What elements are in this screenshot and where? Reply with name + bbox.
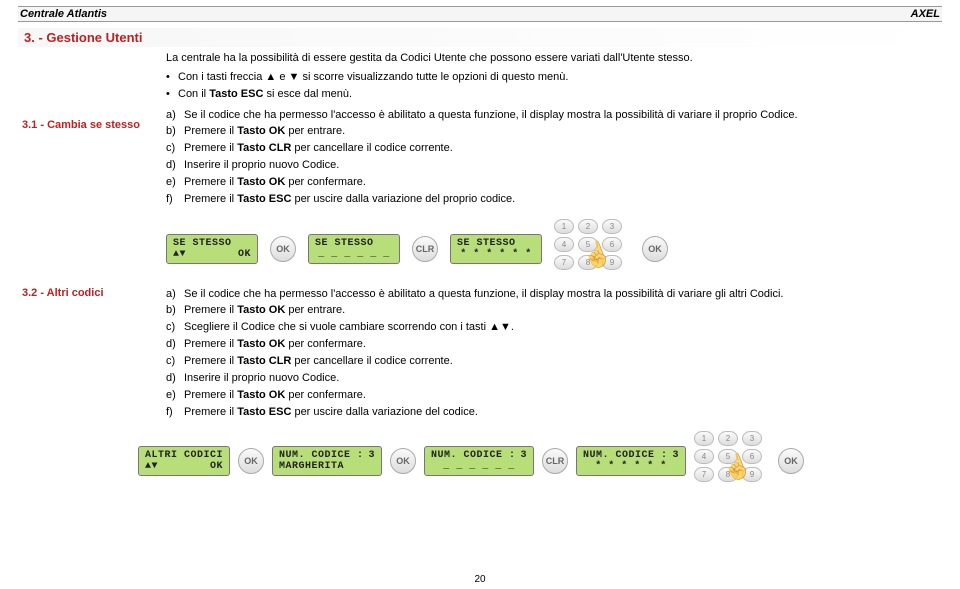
key-3[interactable]: 3 <box>742 431 762 446</box>
key-2[interactable]: 2 <box>578 219 598 234</box>
key-1[interactable]: 1 <box>694 431 714 446</box>
s32-b: Premere il Tasto OK per entrare. <box>184 303 345 318</box>
clr-button-2[interactable]: CLR <box>542 448 568 474</box>
step-b: Premere il Tasto OK per entrare. <box>184 124 345 139</box>
lcd-31-3: SE STESSO * * * * * * <box>450 234 542 264</box>
s32-c2: Premere il Tasto CLR per cancellare il c… <box>184 354 453 369</box>
step-c: Premere il Tasto CLR per cancellare il c… <box>184 141 453 156</box>
header-left: Centrale Atlantis <box>20 8 107 20</box>
step-a: Se il codice che ha permesso l'accesso è… <box>184 108 798 123</box>
s32-a: Se il codice che ha permesso l'accesso è… <box>184 287 783 302</box>
ok-button-2[interactable]: OK <box>642 236 668 262</box>
bullet-arrows: Con i tasti freccia ▲ e ▼ si scorre visu… <box>166 70 942 85</box>
ok-button-1[interactable]: OK <box>270 236 296 262</box>
s32-d2: Inserire il proprio nuovo Codice. <box>184 371 339 386</box>
ok-button-4[interactable]: OK <box>390 448 416 474</box>
lcd-32-3: NUM. CODICE :3 _ _ _ _ _ _ <box>424 446 534 476</box>
section-3-1: 3.1 - Cambia se stesso La centrale ha la… <box>18 51 942 209</box>
key-1[interactable]: 1 <box>554 219 574 234</box>
key-7[interactable]: 7 <box>554 255 574 270</box>
key-8[interactable]: 8 <box>718 467 738 482</box>
section-3-2-label: 3.2 - Altri codici <box>18 287 166 422</box>
page-header: Centrale Atlantis AXEL <box>18 6 942 22</box>
lcd-32-4: NUM. CODICE :3 * * * * * * <box>576 446 686 476</box>
key-6[interactable]: 6 <box>602 237 622 252</box>
lcd-31-2: SE STESSO _ _ _ _ _ _ <box>308 234 400 264</box>
key-4[interactable]: 4 <box>554 237 574 252</box>
key-9[interactable]: 9 <box>742 467 762 482</box>
key-8[interactable]: 8 <box>578 255 598 270</box>
step-d: Inserire il proprio nuovo Codice. <box>184 158 339 173</box>
section-3-title: 3. - Gestione Utenti <box>18 28 942 47</box>
s32-c: Scegliere il Codice che si vuole cambiar… <box>184 320 514 335</box>
key-2[interactable]: 2 <box>718 431 738 446</box>
s32-e: Premere il Tasto OK per confermare. <box>184 388 366 403</box>
lcd-32-2: NUM. CODICE :3 MARGHERITA <box>272 446 382 476</box>
key-5[interactable]: 5 <box>578 237 598 252</box>
step-e: Premere il Tasto OK per confermare. <box>184 175 366 190</box>
section-3-1-label: 3.1 - Cambia se stesso <box>18 51 166 209</box>
keypad-2[interactable]: 1 2 3 4 5 6 7 8 9 ☝ <box>694 431 770 491</box>
key-6[interactable]: 6 <box>742 449 762 464</box>
clr-button[interactable]: CLR <box>412 236 438 262</box>
ok-button-5[interactable]: OK <box>778 448 804 474</box>
section-3-2: 3.2 - Altri codici a)Se il codice che ha… <box>18 287 942 422</box>
key-7[interactable]: 7 <box>694 467 714 482</box>
key-9[interactable]: 9 <box>602 255 622 270</box>
section-3-1-intro: La centrale ha la possibilità di essere … <box>166 51 942 66</box>
lcd-31-1: SE STESSO ▲▼OK <box>166 234 258 264</box>
lcd-32-1: ALTRI CODICI ▲▼OK <box>138 446 230 476</box>
bullet-esc: Con il Tasto ESC si esce dal menù. <box>166 87 942 102</box>
displays-row-32: ALTRI CODICI ▲▼OK OK NUM. CODICE :3 MARG… <box>138 431 942 491</box>
displays-row-31: SE STESSO ▲▼OK OK SE STESSO _ _ _ _ _ _ … <box>166 219 942 279</box>
page-number: 20 <box>0 574 960 585</box>
s32-d: Premere il Tasto OK per confermare. <box>184 337 366 352</box>
s32-f: Premere il Tasto ESC per uscire dalla va… <box>184 405 478 420</box>
key-3[interactable]: 3 <box>602 219 622 234</box>
keypad[interactable]: 1 2 3 4 5 6 7 8 9 ☝ <box>554 219 630 279</box>
step-f: Premere il Tasto ESC per uscire dalla va… <box>184 192 515 207</box>
header-right: AXEL <box>911 8 940 20</box>
ok-button-3[interactable]: OK <box>238 448 264 474</box>
key-4[interactable]: 4 <box>694 449 714 464</box>
key-5[interactable]: 5 <box>718 449 738 464</box>
